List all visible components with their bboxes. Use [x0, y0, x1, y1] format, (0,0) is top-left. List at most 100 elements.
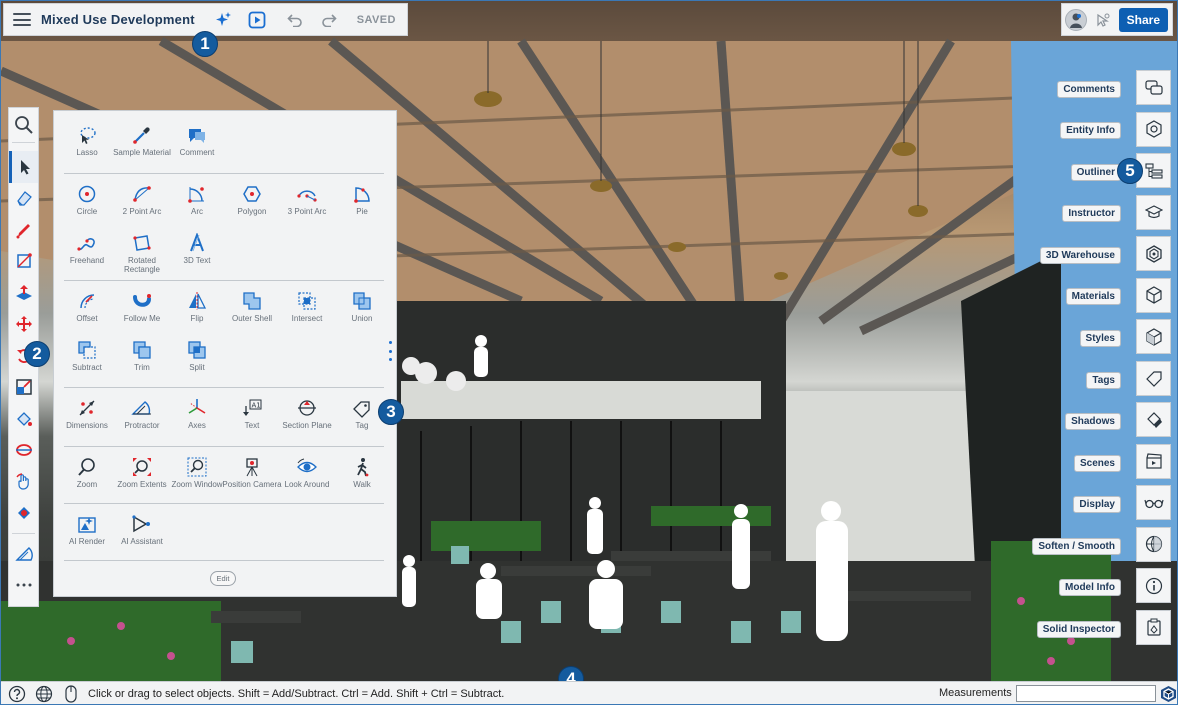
tool-arc[interactable]: Arc [167, 180, 227, 216]
tool-3-point-arc[interactable]: 3 Point Arc [277, 180, 337, 216]
label-instructor[interactable]: Instructor [1062, 205, 1121, 222]
axes-icon [188, 399, 206, 414]
tool-look-around[interactable]: Look Around [277, 453, 337, 489]
redo-icon[interactable] [315, 6, 343, 34]
panel-resize-grip-icon[interactable] [389, 341, 393, 361]
rbtn-comments[interactable] [1136, 70, 1171, 105]
rbtn-soften-smooth[interactable] [1136, 526, 1171, 562]
model-title[interactable]: Mixed Use Development [41, 12, 195, 27]
rbtn-3d-warehouse[interactable] [1136, 236, 1171, 271]
rbtn-tags[interactable] [1136, 360, 1171, 396]
tool-section-plane[interactable]: Section Plane [277, 394, 337, 430]
tool-sample-material[interactable]: Sample Material [112, 121, 172, 157]
tool-circle[interactable]: Circle [57, 180, 117, 216]
callout-1: 1 [192, 31, 218, 57]
two-point-arc-icon [133, 186, 151, 202]
label-display[interactable]: Display [1073, 496, 1121, 513]
move-tool-icon[interactable] [9, 309, 38, 341]
help-icon[interactable] [5, 683, 28, 704]
tool-union[interactable]: Union [332, 287, 392, 323]
more-tools-icon[interactable] [9, 570, 38, 602]
tool-walk[interactable]: Walk [332, 453, 392, 489]
label-scenes[interactable]: Scenes [1073, 455, 1121, 472]
panel-section-camera: Zoom Zoom Extents Zoom Window Position C… [64, 447, 384, 504]
walkthrough-marker-tool-icon[interactable] [9, 498, 38, 530]
rbtn-display[interactable] [1136, 485, 1171, 520]
panel-section-ai: AI Render AI Assistant [64, 504, 384, 561]
rbtn-entity-info[interactable] [1136, 111, 1171, 147]
tool-freehand[interactable]: Freehand [57, 229, 117, 265]
label-tags[interactable]: Tags [1086, 372, 1121, 389]
tape-measure-tool-icon[interactable] [9, 435, 38, 467]
label-soften-smooth[interactable]: Soften / Smooth [1032, 538, 1121, 555]
tool-lasso[interactable]: Lasso [57, 121, 117, 157]
mouse-icon[interactable] [59, 683, 82, 704]
tool-position-camera[interactable]: Position Camera [222, 453, 282, 489]
rbtn-scenes[interactable] [1136, 443, 1171, 479]
sparkle-icon[interactable] [209, 6, 237, 34]
globe-language-icon[interactable] [32, 683, 55, 704]
tool-outer-shell[interactable]: Outer Shell [222, 287, 282, 323]
tool-trim[interactable]: Trim [112, 336, 172, 372]
paint-bucket-tool-icon[interactable] [9, 403, 38, 435]
undo-icon[interactable] [281, 6, 309, 34]
menu-hamburger-icon[interactable] [13, 13, 31, 26]
tool-subtract[interactable]: Subtract [57, 336, 117, 372]
orbit-pan-tool-icon[interactable] [9, 466, 38, 498]
sketchup-logo-icon[interactable] [1160, 685, 1177, 703]
tool-protractor[interactable]: Protractor [112, 394, 172, 430]
rbtn-instructor[interactable] [1136, 194, 1171, 230]
tool-zoom-extents[interactable]: Zoom Extents [112, 453, 172, 489]
measurements-input[interactable] [1016, 685, 1156, 702]
protractor-tool-icon[interactable] [9, 538, 38, 570]
rectangle-tool-icon[interactable] [9, 246, 38, 278]
zoom-extents-icon [133, 458, 151, 476]
tool-intersect[interactable]: Intersect [277, 287, 337, 323]
label-model-info[interactable]: Model Info [1059, 579, 1121, 596]
tool-zoom-window[interactable]: Zoom Window [167, 453, 227, 489]
rbtn-model-info[interactable] [1136, 568, 1171, 603]
label-entity-info[interactable]: Entity Info [1060, 122, 1121, 139]
rbtn-materials[interactable] [1136, 277, 1171, 313]
select-tool-icon[interactable] [9, 151, 38, 183]
label-shadows[interactable]: Shadows [1065, 413, 1121, 430]
tool-ai-assistant[interactable]: AI Assistant [112, 510, 172, 546]
eraser-tool-icon[interactable] [9, 183, 38, 215]
label-outliner[interactable]: Outliner [1070, 164, 1121, 181]
edit-tools-button[interactable]: Edit [210, 571, 236, 586]
tool-2-point-arc[interactable]: 2 Point Arc [112, 180, 172, 216]
search-tools-icon[interactable] [9, 108, 38, 142]
push-pull-tool-icon[interactable] [9, 277, 38, 309]
tool-offset[interactable]: Offset [57, 287, 117, 323]
tool-zoom[interactable]: Zoom [57, 453, 117, 489]
label-comments[interactable]: Comments [1057, 81, 1121, 98]
tool-axes[interactable]: Axes [167, 394, 227, 430]
tool-split[interactable]: Split [167, 336, 227, 372]
tool-polygon[interactable]: Polygon [222, 180, 282, 216]
tool-pie[interactable]: Pie [332, 180, 392, 216]
rbtn-shadows[interactable] [1136, 402, 1171, 437]
tool-rotated-rectangle[interactable]: Rotated Rectangle [112, 229, 172, 274]
line-pencil-tool-icon[interactable] [9, 214, 38, 246]
cursor-sync-icon[interactable] [1093, 6, 1113, 34]
tool-text[interactable]: A1 Text [222, 394, 282, 430]
label-materials[interactable]: Materials [1065, 288, 1121, 305]
tool-comment[interactable]: Comment [167, 121, 227, 157]
tool-3d-text[interactable]: 3D Text [167, 229, 227, 265]
share-button[interactable]: Share [1118, 7, 1168, 32]
tool-follow-me[interactable]: Follow Me [112, 287, 172, 323]
play-presentation-icon[interactable] [243, 6, 271, 34]
rbtn-styles[interactable] [1136, 319, 1171, 354]
tool-flip[interactable]: Flip [167, 287, 227, 323]
rbtn-solid-inspector[interactable] [1136, 609, 1171, 645]
union-icon [353, 292, 371, 310]
scale-tool-icon[interactable] [9, 372, 38, 404]
soften-sphere-icon [1145, 535, 1162, 553]
tool-dimensions[interactable]: Dimensions [57, 394, 117, 430]
tool-ai-render[interactable]: AI Render [57, 510, 117, 546]
label-styles[interactable]: Styles [1079, 330, 1121, 347]
label-solid-inspector[interactable]: Solid Inspector [1036, 621, 1121, 638]
label-3d-warehouse[interactable]: 3D Warehouse [1039, 247, 1121, 264]
ai-assistant-icon [132, 515, 150, 533]
user-avatar[interactable] [1064, 8, 1087, 31]
